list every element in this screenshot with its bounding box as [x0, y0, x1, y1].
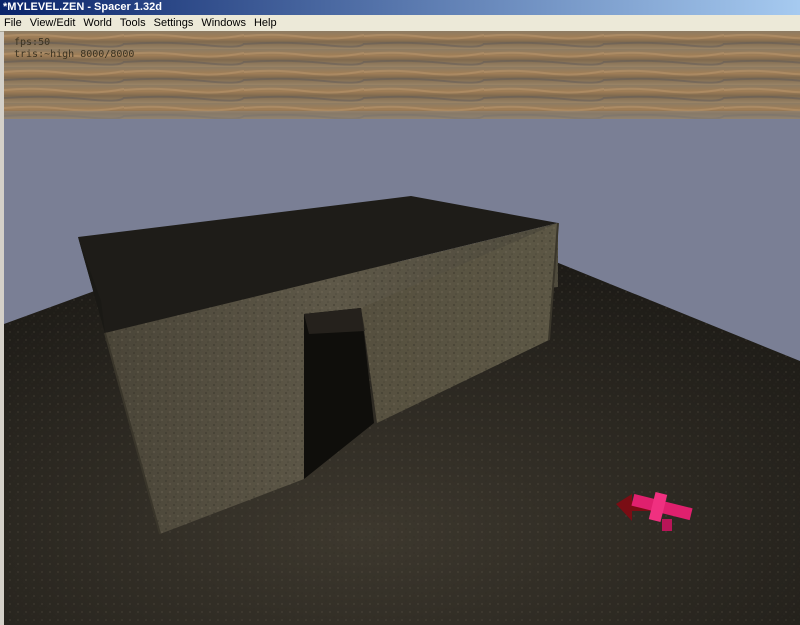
menu-windows[interactable]: Windows — [197, 15, 250, 31]
hud-stats: tris:~high 8000/8000 — [14, 49, 135, 60]
menu-tools[interactable]: Tools — [116, 15, 150, 31]
scene-render — [4, 31, 800, 625]
hud-fps: fps:50 — [14, 37, 51, 48]
menu-help[interactable]: Help — [250, 15, 281, 31]
window-title: *MYLEVEL.ZEN - Spacer 1.32d — [3, 1, 162, 13]
menu-world[interactable]: World — [79, 15, 116, 31]
menu-settings[interactable]: Settings — [150, 15, 198, 31]
menu-view-edit[interactable]: View/Edit — [26, 15, 80, 31]
title-bar: *MYLEVEL.ZEN - Spacer 1.32d — [0, 0, 800, 15]
menu-bar: File View/Edit World Tools Settings Windows He… — [0, 15, 800, 32]
3d-viewport[interactable]: fps:50 tris:~high 8000/8000 — [4, 31, 800, 625]
hud-overlay: fps:50 tris:~high 8000/8000 — [14, 37, 134, 61]
menu-file[interactable]: File — [0, 15, 26, 31]
